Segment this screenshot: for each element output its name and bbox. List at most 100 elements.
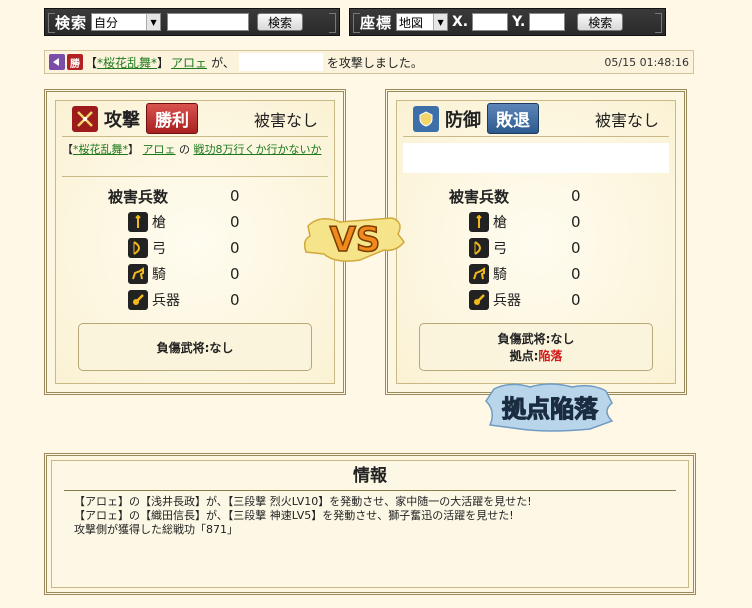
attack-stat-value: 0 [230,265,240,283]
x-label: X. [452,14,469,30]
attack-stat-label: 弓 [152,241,166,257]
defense-base-status: 陥落 [538,349,563,363]
attack-stats: 被害兵数 0 槍 0 弓 0 騎 0 兵器 0 [104,183,284,313]
info-line: 【アロェ】の【織田信長】が、【三段撃 神速LV5】を発動させ、獅子奮迅の活躍を見… [74,509,514,522]
base-fallen-banner: 拠点陥落 [485,383,614,432]
coord-search-button[interactable]: 検索 [577,13,624,31]
defense-stats: 被害兵数 0 槍 0 弓 0 騎 0 兵器 0 [445,183,625,313]
defense-stat-label: 兵器 [493,293,521,309]
attack-injury: 負傷武将:なし [156,340,234,355]
search-title: 検索 [55,13,88,32]
attack-arrow-icon [49,54,65,70]
attacker-player-link[interactable]: アロェ [143,143,176,156]
info-lines: 【アロェ】の【浅井長政】が、【三段撃 烈火LV10】を発動させ、家中随一の大活躍… [52,491,688,541]
y-label: Y. [512,14,526,30]
vs-text: VS [330,220,381,260]
y-input[interactable] [529,13,566,31]
search-input[interactable] [167,13,250,31]
defense-result-badge: 敗退 [487,103,539,134]
attacker-unit-link[interactable]: 戦功8万行くか行かないか [194,143,322,156]
win-badge: 勝 [67,54,83,70]
spear-icon [469,212,489,232]
defense-stat-spear: 槍 0 [445,209,625,235]
report-alliance-link[interactable]: *桜花乱舞* [97,54,157,71]
defense-stat-head: 被害兵数 0 [445,183,625,209]
attack-result-badge: 勝利 [146,103,198,134]
target-blank [238,53,323,71]
defense-title: 防御 [445,109,481,131]
attack-stat-value: 0 [230,291,240,309]
defense-stat-siege: 兵器 0 [445,287,625,313]
horse-icon [469,264,489,284]
defense-injury: 負傷武将:なし [497,332,575,346]
attack-stat-head-value: 0 [230,187,240,205]
attacker-alliance-link[interactable]: *桜花乱舞* [73,143,128,156]
attack-stat-bow: 弓 0 [104,235,284,261]
defense-stat-label: 弓 [493,241,507,257]
battle-report-line: 勝 【*桜花乱舞*】 アロェ が、 を攻撃しました。 05/15 01:48:1… [44,50,694,74]
defense-stat-label: 槍 [493,215,507,231]
defense-base-line: 拠点:陥落 [510,347,563,364]
info-box: 情報 【アロェ】の【浅井長政】が、【三段撃 烈火LV10】を発動させ、家中随一の… [44,453,696,595]
defense-stat-label: 騎 [493,267,507,283]
report-bracket-open: 【 [85,55,98,70]
attack-stat-label: 兵器 [152,293,180,309]
report-time: 05/15 01:48:16 [604,55,689,69]
attacker-info: 【*桜花乱舞*】 アロェ の 戦功8万行くか行かないか [62,141,328,177]
map-select-value: 地図 [399,15,424,30]
banner-text: 拠点陥落 [502,394,599,423]
search-scope-select[interactable]: 自分 ▼ [91,13,162,31]
attack-stat-label: 騎 [152,267,166,283]
coord-search-bar: 座標 地図 ▼ X. Y. 検索 [349,8,666,36]
chevron-down-icon: ▼ [146,14,161,30]
attack-stat-head: 被害兵数 0 [104,183,284,209]
defense-stat-value: 0 [571,291,581,309]
attack-stat-label: 槍 [152,215,166,231]
defense-injury-box: 負傷武将:なし 拠点:陥落 [419,323,653,371]
defense-header: 防御 敗退 被害なし [403,101,669,137]
attack-stat-siege: 兵器 0 [104,287,284,313]
attack-stat-value: 0 [230,213,240,231]
attacker-no: の [179,143,190,156]
crossed-swords-icon [72,105,98,132]
report-player-link[interactable]: アロェ [171,54,207,71]
shield-icon [413,105,439,132]
chevron-down-icon: ▼ [433,14,448,30]
horse-icon [128,264,148,284]
search-button[interactable]: 検索 [257,13,304,31]
attacker-bracket-close: 】 [128,143,139,156]
search-bar: 検索 自分 ▼ 検索 [44,8,340,36]
attack-stat-spear: 槍 0 [104,209,284,235]
attack-header: 攻撃 勝利 被害なし [62,101,328,137]
attack-injury-box: 負傷武将:なし [78,323,312,371]
vs-emblem: VS [303,217,405,262]
info-title: 情報 [64,461,676,491]
defense-base-label: 拠点: [509,349,539,363]
siege-weapon-icon [469,290,489,310]
info-line: 【アロェ】の【浅井長政】が、【三段撃 烈火LV10】を発動させ、家中随一の大活躍… [74,495,532,508]
attack-stat-head-label: 被害兵数 [108,187,169,206]
defense-stat-cavalry: 騎 0 [445,261,625,287]
coord-title: 座標 [360,13,393,32]
defense-stat-value: 0 [571,265,581,283]
defense-stat-value: 0 [571,213,581,231]
siege-weapon-icon [128,290,148,310]
bow-icon [469,238,489,258]
attack-title: 攻撃 [104,109,140,131]
map-select[interactable]: 地図 ▼ [396,13,449,31]
attack-stat-value: 0 [230,239,240,257]
bow-icon [128,238,148,258]
defense-panel: 防御 敗退 被害なし 被害兵数 0 槍 0 弓 0 騎 0 兵器 0 負傷武将:… [385,89,687,395]
search-scope-value: 自分 [94,15,119,30]
attack-damage: 被害なし [253,110,318,130]
defense-damage: 被害なし [594,110,659,130]
report-ga: が、 [211,55,235,70]
defense-stat-head-label: 被害兵数 [449,187,510,206]
attacker-bracket-open: 【 [62,143,73,156]
x-input[interactable] [472,13,509,31]
defense-stat-head-value: 0 [571,187,581,205]
defender-info [403,143,669,173]
defense-stat-bow: 弓 0 [445,235,625,261]
defense-stat-value: 0 [571,239,581,257]
report-message: を攻撃しました。 [326,55,423,70]
